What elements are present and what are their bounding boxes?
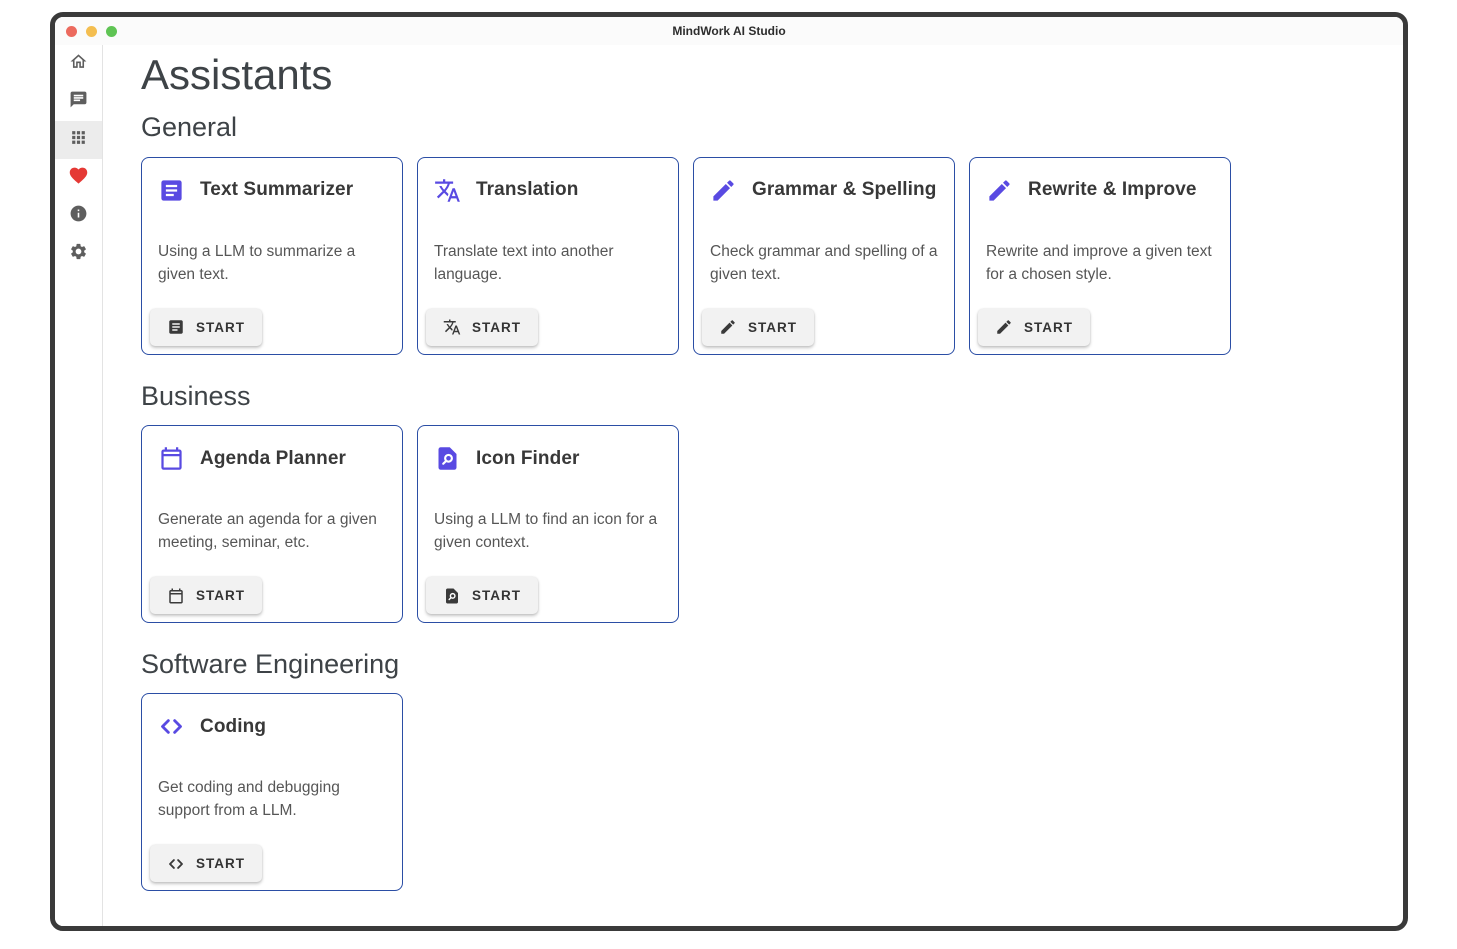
section-title-general: General <box>141 111 1383 143</box>
chat-icon <box>69 90 88 114</box>
start-button-label: START <box>196 856 245 871</box>
card-title: Coding <box>200 716 266 738</box>
start-button-label: START <box>472 588 521 603</box>
code-icon <box>158 713 185 740</box>
sidebar-item-about[interactable] <box>55 197 102 235</box>
card-title: Agenda Planner <box>200 448 346 470</box>
sidebar-item-favorites[interactable] <box>55 159 102 197</box>
card-coding: Coding Get coding and debugging support … <box>141 693 403 891</box>
card-agenda-planner: Agenda Planner Generate an agenda for a … <box>141 425 403 623</box>
window-title: MindWork AI Studio <box>55 24 1403 38</box>
start-button[interactable]: START <box>150 309 262 346</box>
card-header: Rewrite & Improve <box>970 158 1230 204</box>
start-button-label: START <box>472 320 521 335</box>
card-text-summarizer: Text Summarizer Using a LLM to summarize… <box>141 157 403 355</box>
start-button[interactable]: START <box>150 845 262 882</box>
card-title: Icon Finder <box>476 448 580 470</box>
sidebar <box>55 45 103 926</box>
card-header: Grammar & Spelling <box>694 158 954 204</box>
card-actions: START <box>142 301 402 354</box>
card-title: Text Summarizer <box>200 179 353 201</box>
app-window: MindWork AI Studio Assistants General Te… <box>50 12 1408 931</box>
document-search-icon <box>434 445 461 472</box>
pencil-icon <box>995 318 1013 336</box>
card-title: Rewrite & Improve <box>1028 179 1197 201</box>
card-actions: START <box>142 569 402 622</box>
calendar-icon <box>158 445 185 472</box>
card-header: Translation <box>418 158 678 204</box>
code-icon <box>167 855 185 873</box>
card-row-general: Text Summarizer Using a LLM to summarize… <box>141 157 1383 355</box>
info-icon <box>69 204 88 228</box>
section-title-software-engineering: Software Engineering <box>141 648 1383 680</box>
article-icon <box>158 177 185 204</box>
card-description: Check grammar and spelling of a given te… <box>694 240 954 286</box>
sidebar-item-chats[interactable] <box>55 83 102 121</box>
sidebar-item-home[interactable] <box>55 45 102 83</box>
card-translation: Translation Translate text into another … <box>417 157 679 355</box>
card-header: Icon Finder <box>418 426 678 472</box>
start-button-label: START <box>196 588 245 603</box>
calendar-icon <box>167 587 185 605</box>
card-description: Using a LLM to find an icon for a given … <box>418 508 678 554</box>
start-button-label: START <box>196 320 245 335</box>
heart-icon <box>68 165 89 191</box>
card-header: Coding <box>142 694 402 740</box>
start-button-label: START <box>1024 320 1073 335</box>
card-row-software-engineering: Coding Get coding and debugging support … <box>141 693 1383 891</box>
page-title: Assistants <box>141 51 1383 99</box>
card-description: Generate an agenda for a given meeting, … <box>142 508 402 554</box>
card-actions: START <box>694 301 954 354</box>
card-actions: START <box>142 837 402 890</box>
home-icon <box>69 52 88 76</box>
card-title: Translation <box>476 179 578 201</box>
sidebar-item-assistants[interactable] <box>55 121 102 159</box>
card-description: Translate text into another language. <box>418 240 678 286</box>
start-button[interactable]: START <box>426 309 538 346</box>
card-title: Grammar & Spelling <box>752 179 936 201</box>
start-button[interactable]: START <box>150 577 262 614</box>
card-description: Get coding and debugging support from a … <box>142 776 402 822</box>
start-button[interactable]: START <box>702 309 814 346</box>
card-description: Rewrite and improve a given text for a c… <box>970 240 1230 286</box>
card-icon-finder: Icon Finder Using a LLM to find an icon … <box>417 425 679 623</box>
gear-icon <box>69 242 88 266</box>
document-search-icon <box>443 587 461 605</box>
start-button[interactable]: START <box>978 309 1090 346</box>
start-button[interactable]: START <box>426 577 538 614</box>
apps-grid-icon <box>69 128 88 152</box>
card-actions: START <box>418 301 678 354</box>
translate-icon <box>434 177 461 204</box>
article-icon <box>167 318 185 336</box>
card-header: Text Summarizer <box>142 158 402 204</box>
pencil-icon <box>710 177 737 204</box>
sidebar-item-settings[interactable] <box>55 235 102 273</box>
titlebar: MindWork AI Studio <box>55 17 1403 45</box>
card-description: Using a LLM to summarize a given text. <box>142 240 402 286</box>
translate-icon <box>443 318 461 336</box>
section-title-business: Business <box>141 380 1383 412</box>
card-actions: START <box>970 301 1230 354</box>
card-actions: START <box>418 569 678 622</box>
pencil-icon <box>719 318 737 336</box>
card-grammar-spelling: Grammar & Spelling Check grammar and spe… <box>693 157 955 355</box>
card-header: Agenda Planner <box>142 426 402 472</box>
card-row-business: Agenda Planner Generate an agenda for a … <box>141 425 1383 623</box>
main-content: Assistants General Text Summarizer Using… <box>103 45 1403 926</box>
card-rewrite-improve: Rewrite & Improve Rewrite and improve a … <box>969 157 1231 355</box>
pencil-icon <box>986 177 1013 204</box>
start-button-label: START <box>748 320 797 335</box>
